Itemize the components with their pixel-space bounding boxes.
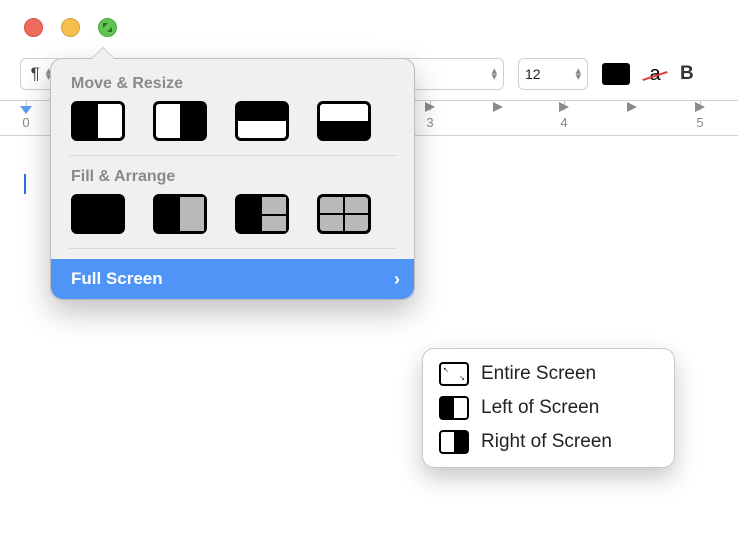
ruler-number: 0 [22, 115, 29, 130]
chevron-updown-icon: ▴▾ [491, 68, 497, 80]
minimize-window-button[interactable] [61, 18, 80, 37]
divider [69, 248, 396, 249]
full-screen-submenu: ↖↘ Entire Screen Left of Screen Right of… [422, 348, 675, 468]
tab-stop-marker[interactable] [423, 99, 437, 113]
tile-top-half-button[interactable] [235, 101, 289, 141]
tab-stop-marker[interactable] [491, 99, 505, 113]
tab-stop-marker[interactable] [625, 99, 639, 113]
entire-screen-icon: ↖↘ [439, 362, 469, 386]
tile-right-half-button[interactable] [153, 101, 207, 141]
submenu-item-right-of-screen[interactable]: Right of Screen [429, 425, 668, 459]
ruler-number: 3 [426, 115, 433, 130]
arrange-left-right-button[interactable] [153, 194, 207, 234]
ruler-number: 4 [560, 115, 567, 130]
full-screen-label: Full Screen [71, 269, 163, 289]
submenu-item-left-of-screen[interactable]: Left of Screen [429, 391, 668, 425]
fill-screen-button[interactable] [71, 194, 125, 234]
font-size-select[interactable]: 12 ▴▾ [518, 58, 588, 90]
move-resize-heading: Move & Resize [61, 73, 404, 101]
zoom-window-button[interactable] [98, 18, 117, 37]
chevron-updown-icon: ▴▾ [575, 68, 581, 80]
fill-arrange-row [61, 194, 404, 246]
text-cursor [24, 174, 26, 194]
left-of-screen-icon [439, 396, 469, 420]
tab-stop-marker[interactable] [693, 99, 707, 113]
divider [69, 155, 396, 156]
text-color-swatch[interactable] [602, 63, 630, 85]
submenu-label: Right of Screen [481, 431, 612, 453]
ruler-number: 5 [696, 115, 703, 130]
tab-stop-marker[interactable] [557, 99, 571, 113]
tile-bottom-half-button[interactable] [317, 101, 371, 141]
arrange-left-quarters-button[interactable] [235, 194, 289, 234]
move-resize-row [61, 101, 404, 153]
bold-button[interactable]: B [680, 63, 694, 85]
tile-left-half-button[interactable] [71, 101, 125, 141]
submenu-label: Left of Screen [481, 397, 599, 419]
fill-arrange-heading: Fill & Arrange [61, 166, 404, 194]
chevron-right-icon: › [394, 269, 400, 290]
pilcrow-icon: ¶ [31, 64, 40, 84]
left-indent-marker[interactable] [20, 106, 32, 114]
arrange-quarters-button[interactable] [317, 194, 371, 234]
font-size-value: 12 [525, 66, 541, 82]
submenu-item-entire-screen[interactable]: ↖↘ Entire Screen [429, 357, 668, 391]
window-tiling-popover: Move & Resize Fill & Arrange Full Screen… [50, 58, 415, 300]
text-color-reset-button[interactable]: a [644, 63, 666, 86]
full-screen-menu-item[interactable]: Full Screen › [51, 259, 414, 299]
submenu-label: Entire Screen [481, 363, 596, 385]
close-window-button[interactable] [24, 18, 43, 37]
right-of-screen-icon [439, 430, 469, 454]
window-traffic-lights [24, 18, 117, 37]
